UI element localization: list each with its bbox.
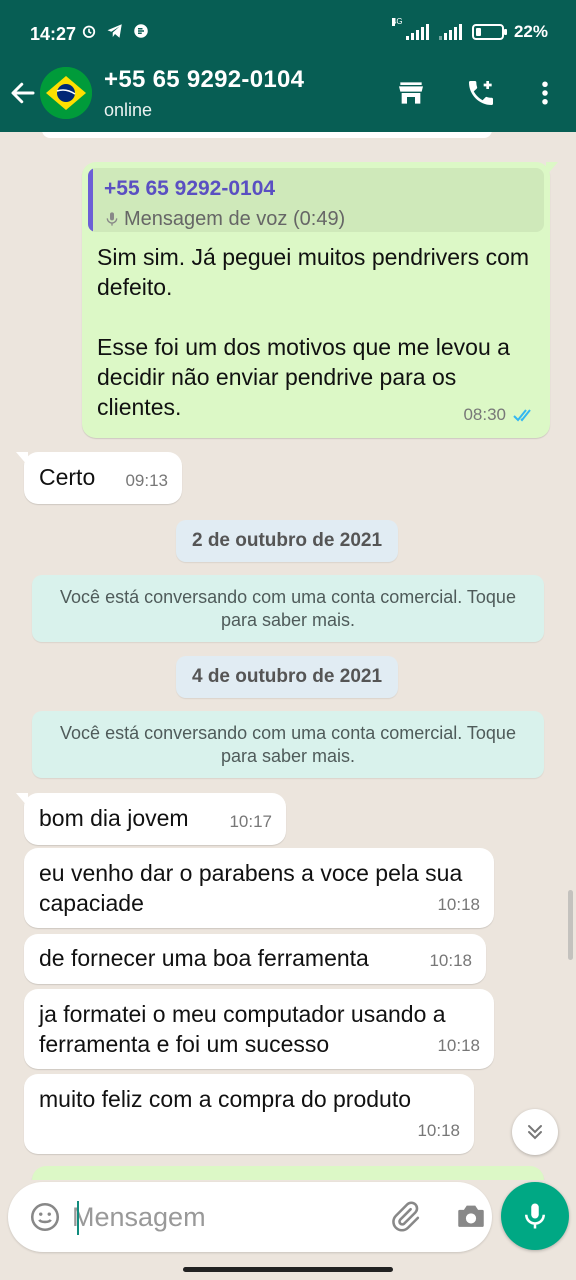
more-vert-icon <box>542 81 548 105</box>
catalog-button[interactable] <box>394 76 428 110</box>
message-text: muito feliz com a compra do produto <box>39 1086 412 1112</box>
back-button[interactable] <box>8 78 38 108</box>
chat-area[interactable]: +55 65 9292-0104 Mensagem de voz (0:49) … <box>0 132 576 1180</box>
quote-bar <box>88 168 93 232</box>
signal-4g-icon: 4G <box>391 18 429 40</box>
incoming-message[interactable]: de fornecer uma boa ferramenta 10:18 <box>24 934 486 984</box>
quoted-voice-line: Mensagem de voz (0:49) <box>104 204 345 232</box>
outgoing-message[interactable]: +55 65 9292-0104 Mensagem de voz (0:49) … <box>82 162 558 438</box>
status-right: 4G 22% <box>391 18 548 42</box>
more-options-button[interactable] <box>528 76 562 110</box>
quoted-message[interactable]: +55 65 9292-0104 Mensagem de voz (0:49) <box>88 168 544 232</box>
message-text: eu venho dar o parabens a voce pela sua … <box>39 860 463 916</box>
camera-button[interactable] <box>454 1200 488 1234</box>
incoming-message[interactable]: muito feliz com a compra do produto 10:1… <box>24 1074 474 1154</box>
signal-icon <box>438 24 462 40</box>
quoted-sender: +55 65 9292-0104 <box>104 177 276 200</box>
mic-icon <box>525 1203 545 1229</box>
battery-text: 22% <box>513 22 548 41</box>
camera-icon <box>458 1205 484 1227</box>
business-account-notice[interactable]: Você está conversando com uma conta come… <box>32 711 544 778</box>
incoming-message[interactable]: eu venho dar o parabens a voce pela sua … <box>24 848 494 928</box>
arrow-back-icon <box>11 82 35 104</box>
scroll-to-bottom-button[interactable] <box>512 1109 558 1155</box>
message-text: de fornecer uma boa ferramenta <box>39 945 369 971</box>
shop-icon <box>399 82 423 104</box>
double-chevron-down-icon <box>528 1125 542 1140</box>
message-time: 10:18 <box>417 1121 460 1140</box>
message-time: 10:17 <box>229 812 272 831</box>
voice-record-button[interactable] <box>501 1182 569 1250</box>
outgoing-message-partial <box>32 1166 544 1180</box>
brazil-flag-icon <box>40 67 92 119</box>
date-separator: 2 de outubro de 2021 <box>176 520 398 562</box>
notification-icons <box>80 22 150 40</box>
scrollbar-thumb[interactable] <box>568 890 573 960</box>
quoted-text: Mensagem de voz (0:49) <box>124 208 346 230</box>
message-time: 09:13 <box>125 471 168 490</box>
time-text: 08:30 <box>463 405 506 424</box>
incoming-message[interactable]: ja formatei o meu computador usando a fe… <box>24 989 494 1069</box>
message-time: 10:18 <box>429 951 472 970</box>
message-input[interactable] <box>72 1192 372 1242</box>
date-separator: 4 de outubro de 2021 <box>176 656 398 698</box>
message-input-container <box>8 1182 492 1252</box>
emoji-icon <box>30 1202 60 1232</box>
app-notification-icon <box>134 24 148 38</box>
chat-app-bar: +55 65 9292-0104 online <box>0 60 576 132</box>
text-caret <box>77 1201 79 1235</box>
contact-name[interactable]: +55 65 9292-0104 <box>104 66 304 94</box>
alarm-icon <box>82 25 96 38</box>
incoming-message[interactable]: bom dia jovem 10:17 <box>16 793 286 845</box>
message-text: bom dia jovem <box>39 805 189 831</box>
status-bar: 14:27 4G 22% <box>0 0 576 66</box>
message-text: Sim sim. Já peguei muitos pendrivers com… <box>97 244 530 420</box>
status-time: 14:27 <box>30 24 77 44</box>
add-call-button[interactable] <box>464 76 498 110</box>
bubble-tail <box>16 793 28 807</box>
mic-icon <box>106 212 118 226</box>
add-call-icon <box>469 81 493 105</box>
message-composer <box>0 1180 576 1260</box>
incoming-message[interactable]: Certo 09:13 <box>16 452 182 504</box>
read-ticks-icon <box>513 409 531 422</box>
bubble-tail <box>546 162 558 176</box>
attach-icon <box>392 1201 420 1232</box>
message-time: 08:30 <box>463 400 536 430</box>
message-time: 10:18 <box>437 895 480 914</box>
network-type: 4G <box>391 17 403 26</box>
home-indicator[interactable] <box>183 1267 393 1272</box>
message-time: 10:18 <box>437 1036 480 1055</box>
business-account-notice[interactable]: Você está conversando com uma conta come… <box>32 575 544 642</box>
battery-icon <box>471 24 507 40</box>
message-text: ja formatei o meu computador usando a fe… <box>39 1001 446 1057</box>
bubble-tail <box>16 452 28 466</box>
contact-status: online <box>104 100 153 120</box>
telegram-icon <box>107 24 122 38</box>
app-header: 14:27 4G 22% +55 65 9292-0104 online <box>0 0 576 132</box>
battery-level <box>475 28 481 36</box>
emoji-button[interactable] <box>28 1200 62 1234</box>
attach-button[interactable] <box>388 1200 422 1234</box>
avatar[interactable] <box>40 67 92 119</box>
message-bubble-partial <box>42 132 492 138</box>
message-text: Certo <box>39 464 96 490</box>
